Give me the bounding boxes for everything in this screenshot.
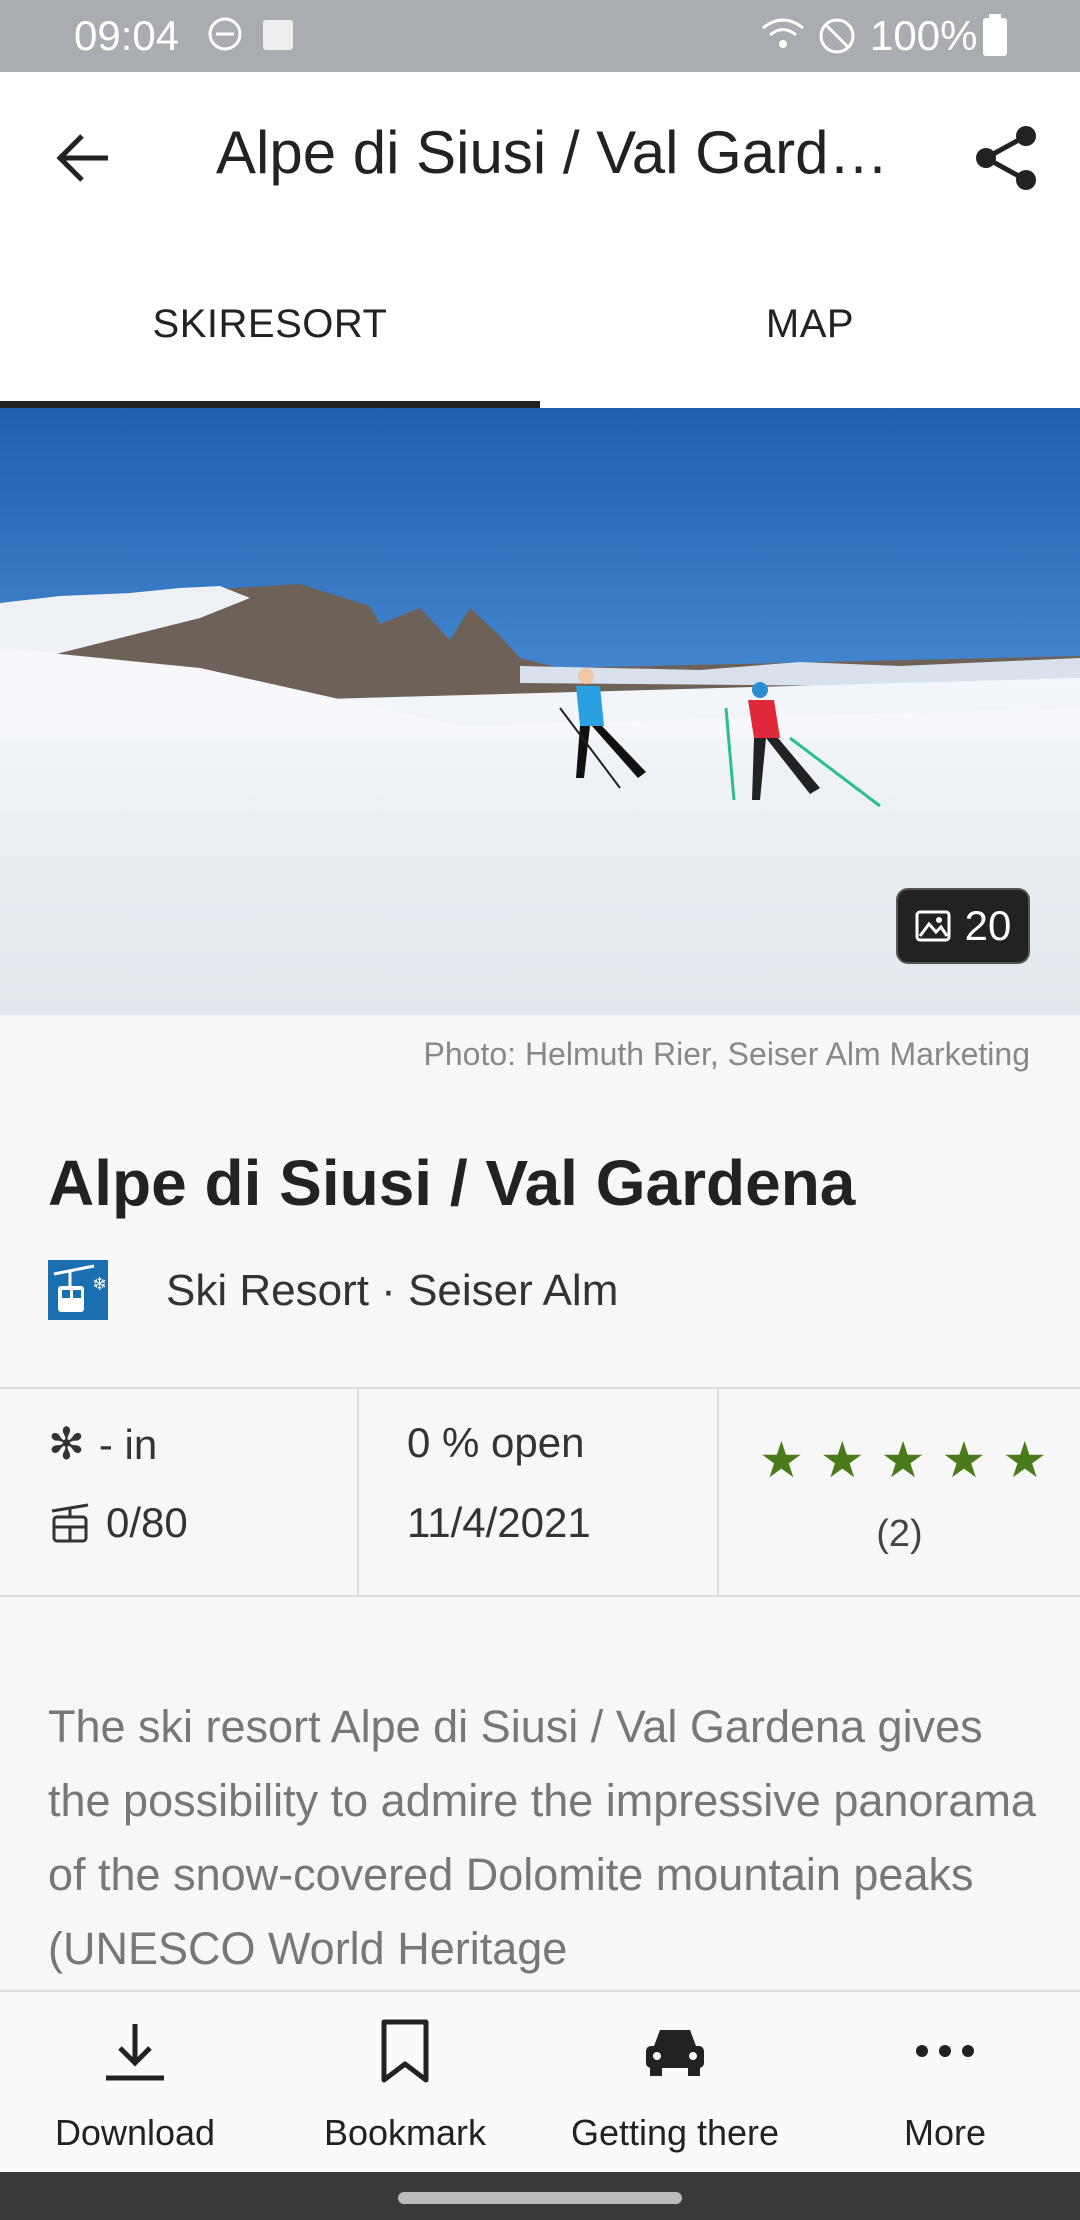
open-percent: 0 % open: [407, 1419, 585, 1466]
snow-depth: - in: [98, 1420, 158, 1468]
star-icon: ★: [759, 1432, 804, 1488]
getting-there-label: Getting there: [570, 2112, 780, 2153]
battery-icon: [983, 14, 1007, 56]
ski-lift-icon: ❄: [48, 1260, 108, 1320]
download-icon: [106, 2024, 164, 2081]
download-label: Download: [54, 2112, 216, 2153]
bookmark-icon: [381, 2019, 429, 2083]
snow-lift-stats: ✻ - in 0/80: [0, 1389, 359, 1595]
resort-type: Ski Resort: [166, 1266, 369, 1315]
lifts-open: 0/80: [106, 1499, 188, 1546]
calendar-icon: [263, 20, 293, 50]
status-date: 11/4/2021: [407, 1499, 591, 1546]
lifts-row: 0/80: [48, 1499, 188, 1547]
separator-dot: ·: [368, 1266, 409, 1315]
svg-text:❄: ❄: [92, 1274, 107, 1295]
image-icon: [915, 910, 951, 942]
back-arrow-icon[interactable]: [48, 122, 120, 194]
getting-there-button[interactable]: Getting there: [540, 1992, 810, 2174]
star-icon: ★: [880, 1432, 926, 1488]
photo-count-badge[interactable]: 20: [896, 888, 1030, 964]
bookmark-label: Bookmark: [323, 2112, 487, 2153]
system-nav-bar: [0, 2172, 1080, 2220]
star-icon: ★: [941, 1432, 987, 1488]
home-handle[interactable]: [398, 2192, 682, 2204]
wifi-icon: [762, 18, 804, 48]
gondola-icon: [51, 1503, 89, 1543]
photo-credit: Photo: Helmuth Rier, Seiser Alm Marketin…: [423, 1036, 1030, 1072]
dnd-icon: [208, 17, 242, 51]
hero-photo[interactable]: 20: [0, 408, 1080, 1015]
status-time: 09:04: [74, 12, 180, 59]
page-title: Alpe di Siusi / Val Gardena: [216, 119, 916, 186]
star-icon: ★: [1002, 1432, 1048, 1488]
battery-level: 100%: [870, 12, 978, 59]
resort-description: The ski resort Alpe di Siusi / Val Garde…: [48, 1701, 1036, 1974]
snow-depth-row: ✻ - in: [48, 1419, 157, 1470]
share-icon[interactable]: [970, 122, 1042, 194]
bottom-action-bar: Download Bookmark Getting there More: [0, 1990, 1080, 2172]
rating-stars: ★ ★ ★ ★ ★: [759, 1431, 1047, 1489]
resort-name: Alpe di Siusi / Val Gardena: [48, 1147, 856, 1219]
tab-indicator: [0, 401, 540, 408]
status-bar: 09:04 100%: [0, 0, 1080, 72]
more-label: More: [903, 2112, 987, 2153]
resort-region: Seiser Alm: [408, 1266, 619, 1315]
app-bar: Alpe di Siusi / Val Gardena: [0, 72, 1080, 240]
resort-type-line: Ski Resort · Seiser Alm: [166, 1266, 618, 1316]
bookmark-button[interactable]: Bookmark: [270, 1992, 540, 2174]
open-stats: 0 % open 11/4/2021: [359, 1389, 719, 1595]
stats-panel: ✻ - in 0/80 0 % open 11/4/2021 ★ ★ ★ ★ ★…: [0, 1387, 1080, 1597]
tab-bar: SKIRESORT MAP: [0, 240, 1080, 408]
tab-map[interactable]: MAP: [540, 240, 1080, 408]
photo-count: 20: [964, 902, 1012, 949]
no-signal-icon: [819, 18, 855, 54]
more-icon: [916, 2045, 974, 2057]
rating-count: (2): [876, 1513, 923, 1555]
car-icon: [646, 2030, 704, 2076]
star-icon: ★: [819, 1432, 865, 1488]
download-button[interactable]: Download: [0, 1992, 270, 2174]
snowflake-icon: ✻: [48, 1420, 85, 1469]
tab-skiresort[interactable]: SKIRESORT: [0, 240, 540, 408]
more-button[interactable]: More: [810, 1992, 1080, 2174]
rating-stats[interactable]: ★ ★ ★ ★ ★ (2): [719, 1389, 1080, 1595]
